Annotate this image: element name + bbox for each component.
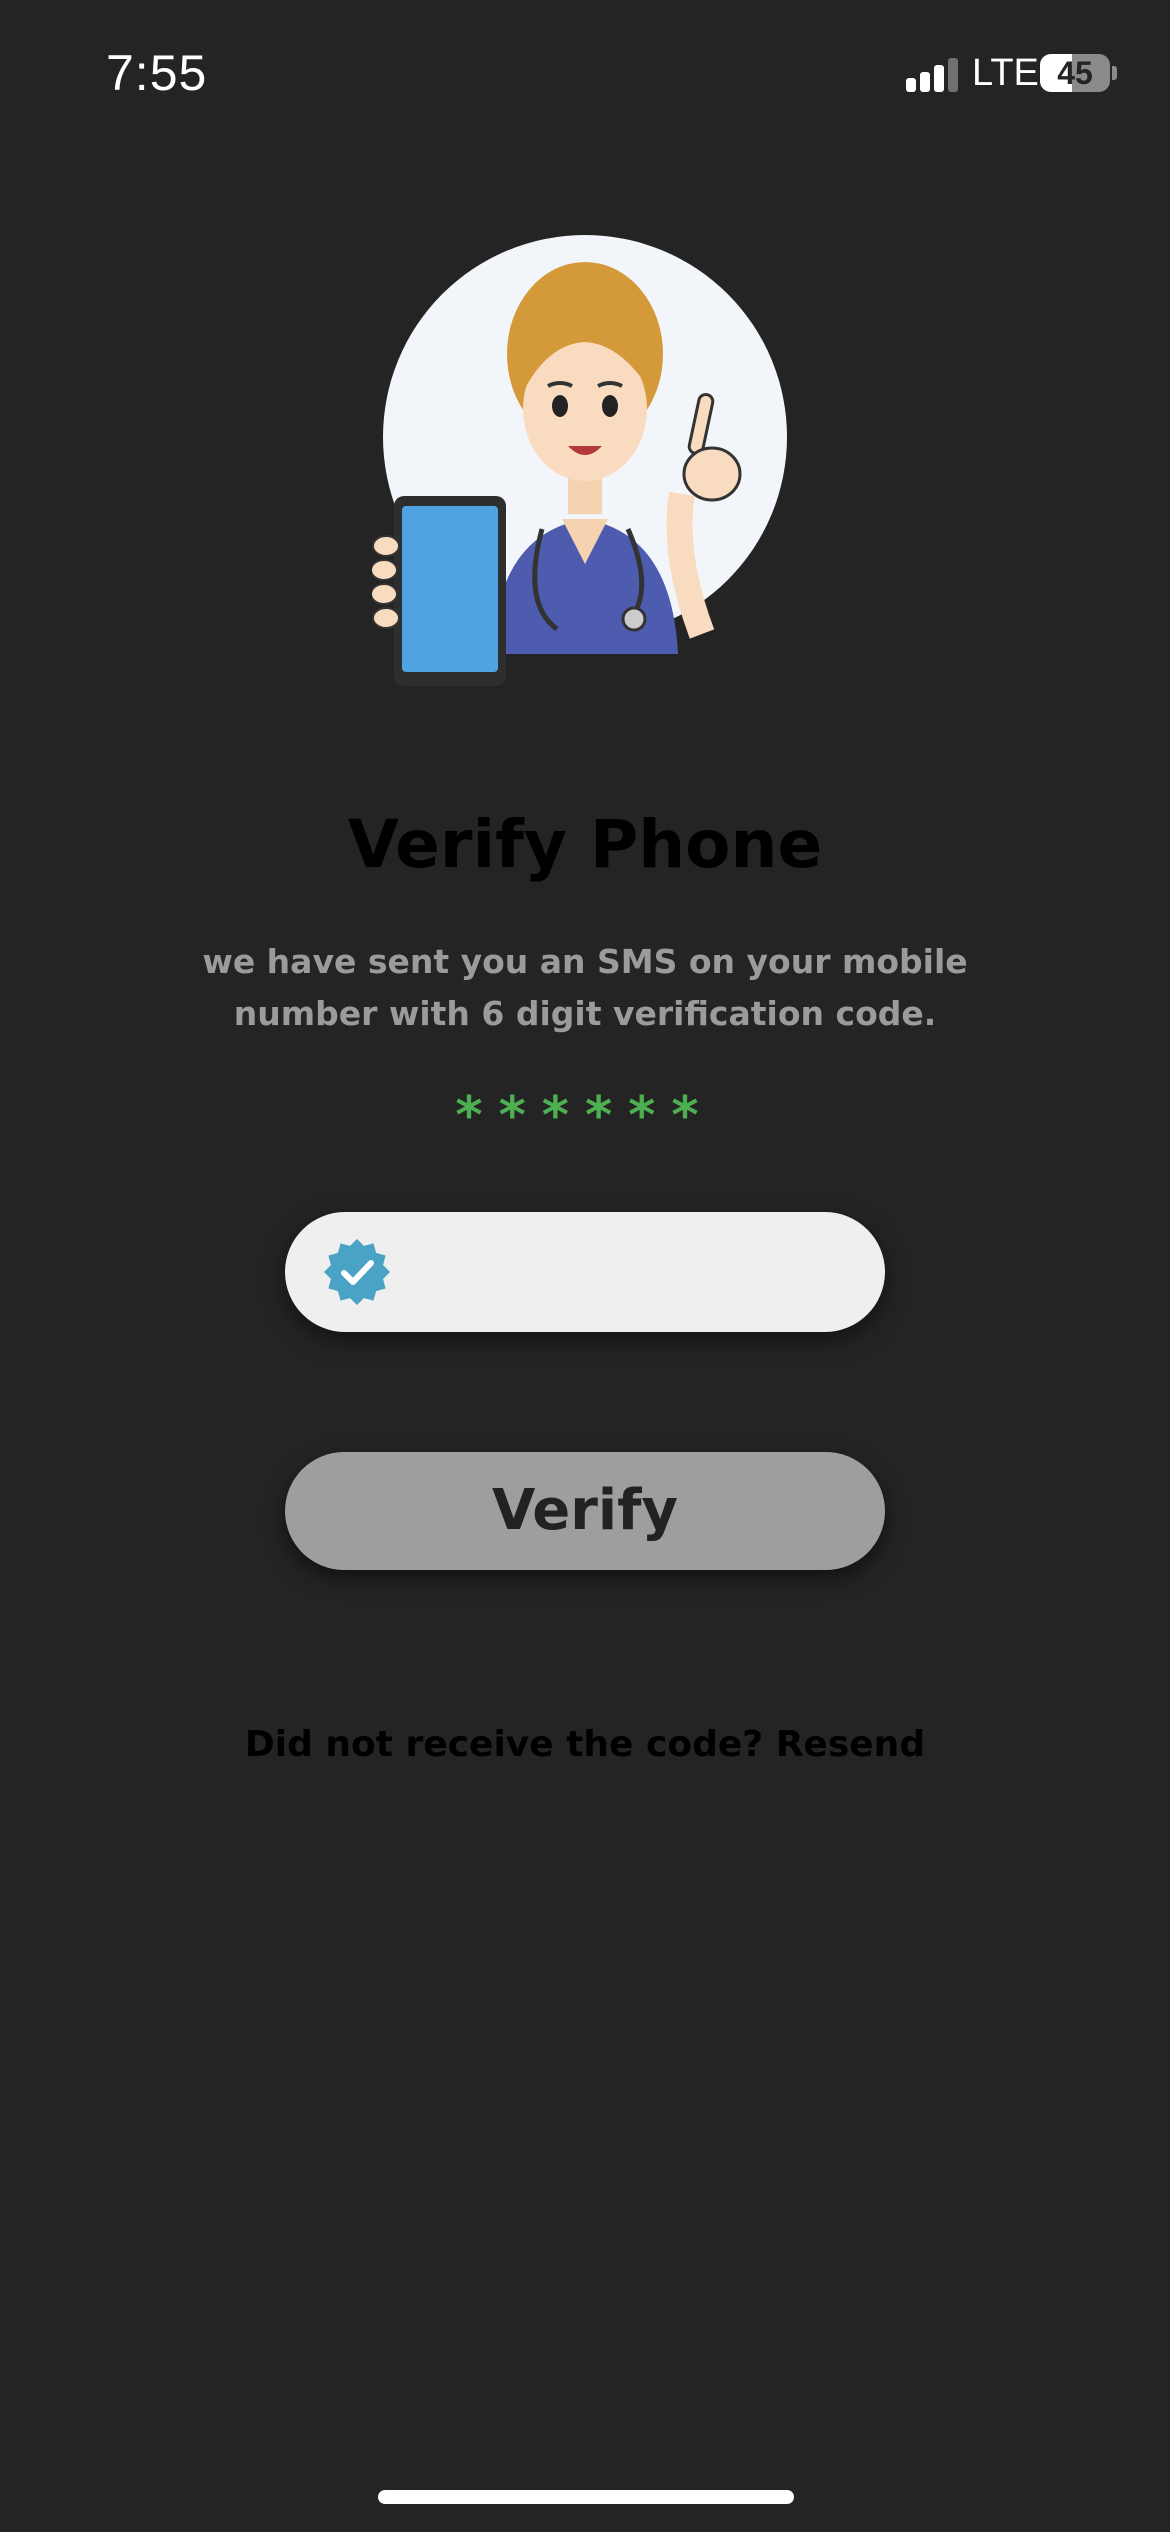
resend-prompt: Did not receive the code? Resend bbox=[0, 1724, 1170, 1765]
signal-bars-icon bbox=[906, 56, 960, 92]
resend-prompt-text: Did not receive the code? bbox=[244, 1724, 764, 1765]
verification-code-field[interactable] bbox=[285, 1212, 885, 1332]
resend-link[interactable]: Resend bbox=[776, 1724, 925, 1765]
code-mask-indicator: ****** bbox=[455, 1086, 715, 1146]
page-subtitle: we have sent you an SMS on your mobile n… bbox=[202, 942, 968, 1033]
status-bar: 7:55 LTE 45 bbox=[0, 0, 1170, 150]
battery-percent: 45 bbox=[1057, 55, 1093, 91]
verification-code-input[interactable] bbox=[415, 1232, 849, 1314]
nurse-with-phone-illustration bbox=[372, 235, 787, 686]
carrier-label: LTE bbox=[972, 52, 1039, 94]
home-indicator[interactable] bbox=[378, 2490, 794, 2504]
verified-badge-icon bbox=[324, 1239, 390, 1305]
verify-button[interactable]: Verify bbox=[285, 1452, 885, 1570]
page-title: Verify Phone bbox=[347, 806, 823, 883]
battery-icon: 45 bbox=[1040, 54, 1110, 92]
battery-nub bbox=[1112, 66, 1117, 80]
status-time: 7:55 bbox=[106, 45, 208, 101]
